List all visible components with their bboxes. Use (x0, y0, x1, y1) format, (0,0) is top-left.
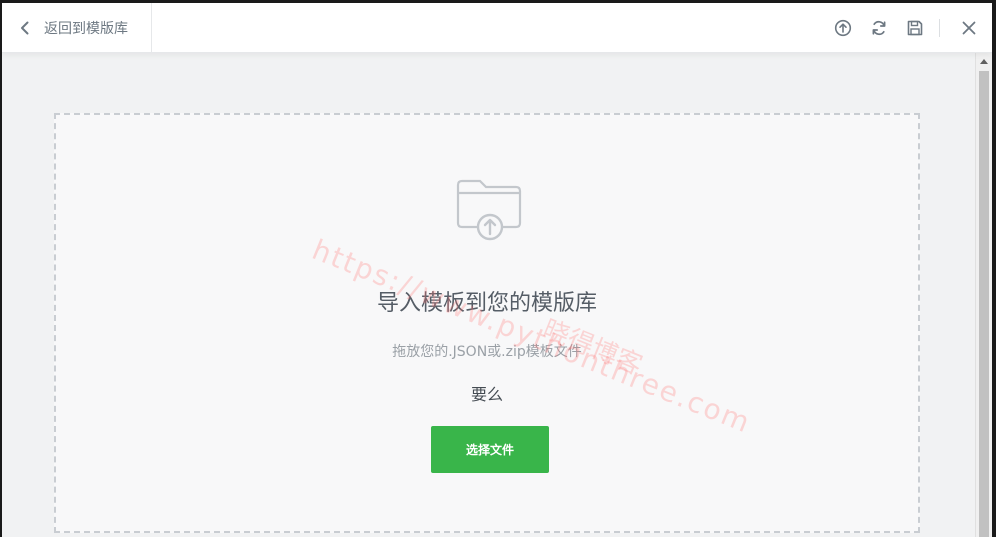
sync-icon (872, 20, 886, 36)
back-to-library-button[interactable]: 返回到模版库 (2, 3, 152, 53)
upload-button[interactable] (825, 3, 861, 53)
back-label: 返回到模版库 (44, 21, 128, 37)
file-dropzone[interactable]: 导入模板到您的模版库 拖放您的.JSON或.zip模板文件 要么 选择文件 (54, 113, 920, 533)
dropzone-title: 导入模板到您的模版库 (376, 291, 597, 316)
select-file-button[interactable]: 选择文件 (431, 426, 549, 473)
toolbar-divider (939, 19, 940, 37)
vertical-scrollbar[interactable] (975, 53, 992, 537)
close-icon (962, 21, 976, 35)
save-icon (907, 20, 923, 36)
save-button[interactable] (897, 3, 933, 53)
header-toolbar (825, 3, 992, 53)
chevron-left-icon (21, 21, 29, 35)
close-button[interactable] (946, 3, 992, 53)
dropzone-or-text: 要么 (470, 385, 503, 404)
folder-upload-icon (456, 179, 522, 241)
dialog-header: 返回到模版库 (2, 3, 992, 53)
upload-icon (834, 19, 852, 37)
dropzone-subtitle: 拖放您的.JSON或.zip模板文件 (392, 344, 582, 360)
template-import-dialog: 返回到模版库 导入模板到您的模版库 拖放您的.JSON或.zip模板文件 要么 … (2, 3, 992, 537)
scroll-up-arrow-icon[interactable] (980, 59, 988, 64)
sync-button[interactable] (861, 3, 897, 53)
scroll-thumb[interactable] (979, 71, 989, 537)
